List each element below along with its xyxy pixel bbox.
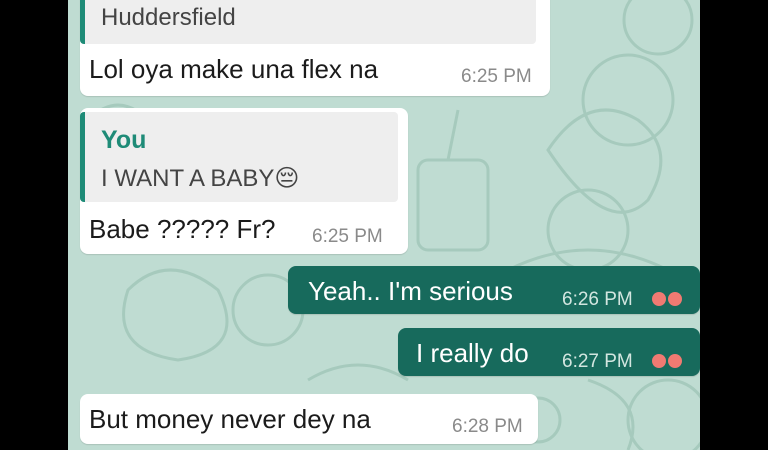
outgoing-message[interactable]: I really do 6:27 PM bbox=[398, 328, 700, 376]
quoted-message-author: You bbox=[101, 126, 147, 154]
incoming-message[interactable]: You I WANT A BABY😔 Babe ????? Fr? 6:25 P… bbox=[80, 108, 408, 254]
quoted-message[interactable]: You I WANT A BABY😔 bbox=[80, 112, 398, 202]
outgoing-message[interactable]: Yeah.. I'm serious 6:26 PM bbox=[288, 266, 700, 314]
quoted-message-text: I WANT A BABY😔 bbox=[101, 165, 300, 192]
read-receipt-icon bbox=[652, 352, 692, 370]
quoted-message-text: Huddersfield bbox=[101, 4, 236, 31]
message-time: 6:27 PM bbox=[562, 351, 633, 372]
incoming-message[interactable]: Huddersfield Lol oya make una flex na 6:… bbox=[80, 0, 550, 96]
message-text: I really do bbox=[416, 338, 529, 368]
quoted-message[interactable]: Huddersfield bbox=[80, 0, 536, 44]
message-text: Yeah.. I'm serious bbox=[308, 276, 513, 306]
message-time: 6:28 PM bbox=[452, 416, 523, 437]
message-text: Lol oya make una flex na bbox=[89, 54, 379, 84]
message-time: 6:26 PM bbox=[562, 289, 633, 310]
message-time: 6:25 PM bbox=[461, 66, 532, 87]
message-text: But money never dey na bbox=[89, 404, 371, 434]
incoming-message[interactable]: But money never dey na 6:28 PM bbox=[80, 394, 538, 444]
read-receipt-icon bbox=[652, 290, 692, 308]
message-text: Babe ????? Fr? bbox=[89, 214, 276, 244]
chat-area[interactable]: Huddersfield Lol oya make una flex na 6:… bbox=[68, 0, 700, 450]
message-time: 6:25 PM bbox=[312, 226, 383, 247]
